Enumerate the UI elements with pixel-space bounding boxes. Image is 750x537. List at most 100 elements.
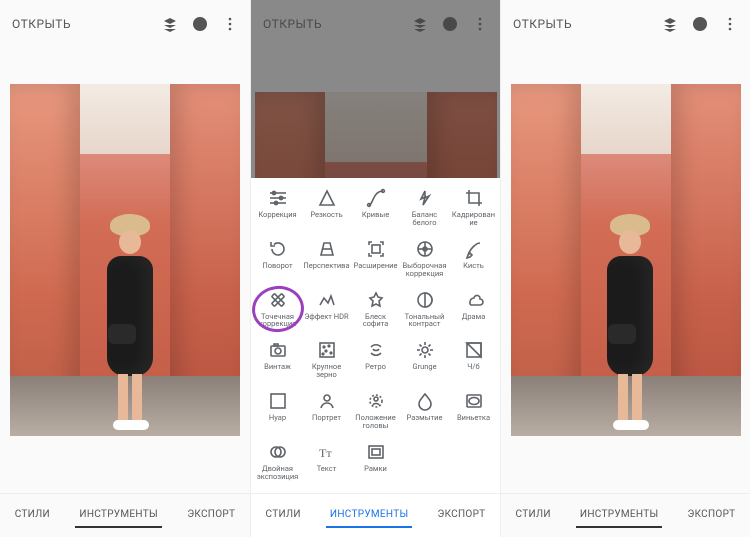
tool-label: Коррекция (258, 211, 296, 219)
rotate-icon (268, 239, 288, 259)
tool-label: Нуар (269, 414, 286, 422)
tool-label: Двойная экспозиция (254, 465, 301, 481)
tool-noir[interactable]: Нуар (253, 385, 302, 434)
more-icon[interactable] (222, 16, 238, 32)
tab-tools[interactable]: ИНСТРУМЕНТЫ (75, 503, 162, 528)
tool-label: Блеск софита (352, 313, 399, 329)
tool-label: Кадрирование (450, 211, 497, 227)
tool-label: Тональный контраст (401, 313, 448, 329)
tonal-icon (415, 290, 435, 310)
tool-vignette[interactable]: Виньетка (449, 385, 498, 434)
healing-icon (268, 290, 288, 310)
more-icon[interactable] (722, 16, 738, 32)
noir-icon (268, 391, 288, 411)
portrait-icon (317, 391, 337, 411)
vignette-icon (464, 391, 484, 411)
tab-export[interactable]: ЭКСПОРТ (434, 503, 490, 528)
tool-label: Кривые (362, 211, 389, 219)
dim-overlay (251, 0, 500, 178)
tool-label: Рамки (364, 465, 387, 473)
tool-label: Ч/б (467, 363, 479, 371)
tab-tools[interactable]: ИНСТРУМЕНТЫ (326, 503, 413, 528)
image-canvas[interactable] (501, 48, 750, 493)
image-canvas[interactable] (0, 48, 250, 493)
tool-portrait[interactable]: Портрет (302, 385, 351, 434)
tool-rotate[interactable]: Поворот (253, 233, 302, 282)
phone-screen-1: ОТКРЫТЬ СТИЛИ ИНСТРУМЕНТЫ ЭКСПОРТ (0, 0, 250, 537)
tool-curves[interactable]: Кривые (351, 182, 400, 231)
top-bar: ОТКРЫТЬ (0, 0, 250, 48)
frames-icon (366, 442, 386, 462)
tool-label: Виньетка (457, 414, 490, 422)
tool-glamour[interactable]: Блеск софита (351, 284, 400, 333)
tab-styles[interactable]: СТИЛИ (11, 503, 54, 528)
retrolux-icon (366, 340, 386, 360)
tool-tonal[interactable]: Тональный контраст (400, 284, 449, 333)
bottom-tabs: СТИЛИ ИНСТРУМЕНТЫ ЭКСПОРТ (501, 493, 750, 537)
tool-headpose[interactable]: Положение головы (351, 385, 400, 434)
bw-icon (464, 340, 484, 360)
tool-brush[interactable]: Кисть (449, 233, 498, 282)
tool-wb[interactable]: Баланс белого (400, 182, 449, 231)
expand-icon (366, 239, 386, 259)
tool-label: Драма (462, 313, 486, 321)
headpose-icon (366, 391, 386, 411)
photo-preview (10, 84, 240, 436)
tool-label: Портрет (312, 414, 341, 422)
open-button[interactable]: ОТКРЫТЬ (12, 17, 71, 31)
tool-selective[interactable]: Выборочная коррекция (400, 233, 449, 282)
tune-icon (268, 188, 288, 208)
tab-export[interactable]: ЭКСПОРТ (183, 503, 239, 528)
tool-frames[interactable]: Рамки (351, 436, 400, 485)
tool-label: Размытие (407, 414, 443, 422)
tool-label: Расширение (354, 262, 398, 270)
tab-styles[interactable]: СТИЛИ (262, 503, 305, 528)
tool-bw[interactable]: Ч/б (449, 334, 498, 383)
tool-label: Винтаж (264, 363, 291, 371)
tab-styles[interactable]: СТИЛИ (512, 503, 555, 528)
curves-icon (366, 188, 386, 208)
brush-icon (464, 239, 484, 259)
grainy-icon (317, 340, 337, 360)
tool-grainy[interactable]: Крупное зерно (302, 334, 351, 383)
tool-perspective[interactable]: Перспектива (302, 233, 351, 282)
stacks-icon[interactable] (162, 16, 178, 32)
grunge-icon (415, 340, 435, 360)
details-icon (317, 188, 337, 208)
tool-healing[interactable]: Точечная коррекция (253, 284, 302, 333)
tool-label: Баланс белого (401, 211, 448, 227)
open-button[interactable]: ОТКРЫТЬ (513, 17, 572, 31)
tool-retrolux[interactable]: Ретро (351, 334, 400, 383)
tab-tools[interactable]: ИНСТРУМЕНТЫ (576, 503, 663, 528)
tool-hdr[interactable]: Эффект HDR (302, 284, 351, 333)
tool-label: Положение головы (352, 414, 399, 430)
tool-label: Выборочная коррекция (401, 262, 448, 278)
tool-label: Точечная коррекция (254, 313, 301, 329)
tool-crop[interactable]: Кадрирование (449, 182, 498, 231)
dblexp-icon (268, 442, 288, 462)
drama-icon (464, 290, 484, 310)
tool-label: Текст (317, 465, 337, 473)
perspective-icon (317, 239, 337, 259)
text-icon (317, 442, 337, 462)
tool-dblexp[interactable]: Двойная экспозиция (253, 436, 302, 485)
info-icon[interactable] (192, 16, 208, 32)
tool-label: Эффект HDR (304, 313, 348, 321)
tool-drama[interactable]: Драма (449, 284, 498, 333)
wb-icon (415, 188, 435, 208)
tool-grunge[interactable]: Grunge (400, 334, 449, 383)
tool-details[interactable]: Резкость (302, 182, 351, 231)
bottom-tabs: СТИЛИ ИНСТРУМЕНТЫ ЭКСПОРТ (0, 493, 250, 537)
tool-expand[interactable]: Расширение (351, 233, 400, 282)
phone-screen-3: ОТКРЫТЬ СТИЛИ ИНСТРУМЕНТЫ ЭКСПОРТ (500, 0, 750, 537)
info-icon[interactable] (692, 16, 708, 32)
tool-blur[interactable]: Размытие (400, 385, 449, 434)
stacks-icon[interactable] (662, 16, 678, 32)
tool-vintage[interactable]: Винтаж (253, 334, 302, 383)
selective-icon (415, 239, 435, 259)
blur-icon (415, 391, 435, 411)
tool-tune[interactable]: Коррекция (253, 182, 302, 231)
photo-preview (511, 84, 741, 436)
tool-text[interactable]: Текст (302, 436, 351, 485)
tab-export[interactable]: ЭКСПОРТ (684, 503, 740, 528)
